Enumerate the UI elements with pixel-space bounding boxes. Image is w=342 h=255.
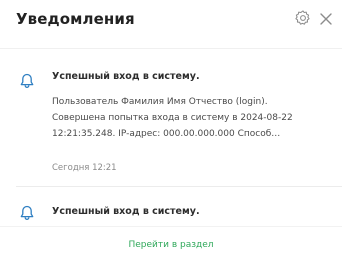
notification-title: Успешный вход в систему. bbox=[52, 206, 200, 217]
footer-divider bbox=[0, 226, 342, 227]
notification-body-line: 12:21:35.248. IP-адрес: 000.00.000.000 С… bbox=[52, 129, 281, 139]
header-divider bbox=[0, 48, 342, 49]
panel-header: Уведомления bbox=[0, 0, 342, 40]
close-icon[interactable] bbox=[318, 9, 334, 27]
notification-body-line: Пользователь Фамилия Имя Отчество (login… bbox=[52, 97, 268, 107]
notifications-panel: Уведомления Успешный вход в систему. Пол… bbox=[0, 0, 342, 255]
list-fade bbox=[0, 222, 342, 228]
bell-icon bbox=[20, 73, 34, 89]
page-title: Уведомления bbox=[16, 10, 135, 28]
notification-time: Сегодня 12:21 bbox=[52, 163, 117, 173]
go-to-section-link[interactable]: Перейти в раздел bbox=[0, 240, 342, 250]
notification-item[interactable]: Успешный вход в систему. Пользователь Фа… bbox=[0, 60, 342, 190]
notification-item[interactable]: Успешный вход в систему. bbox=[0, 190, 342, 226]
notification-title: Успешный вход в систему. bbox=[52, 71, 200, 82]
bell-icon bbox=[20, 205, 34, 221]
gear-icon[interactable] bbox=[294, 9, 312, 27]
item-divider bbox=[16, 186, 342, 187]
notification-list[interactable]: Успешный вход в систему. Пользователь Фа… bbox=[0, 60, 342, 226]
notification-body-line: Совершена попытка входа в систему в 2024… bbox=[52, 113, 293, 123]
notification-body: Пользователь Фамилия Имя Отчество (login… bbox=[52, 94, 332, 142]
